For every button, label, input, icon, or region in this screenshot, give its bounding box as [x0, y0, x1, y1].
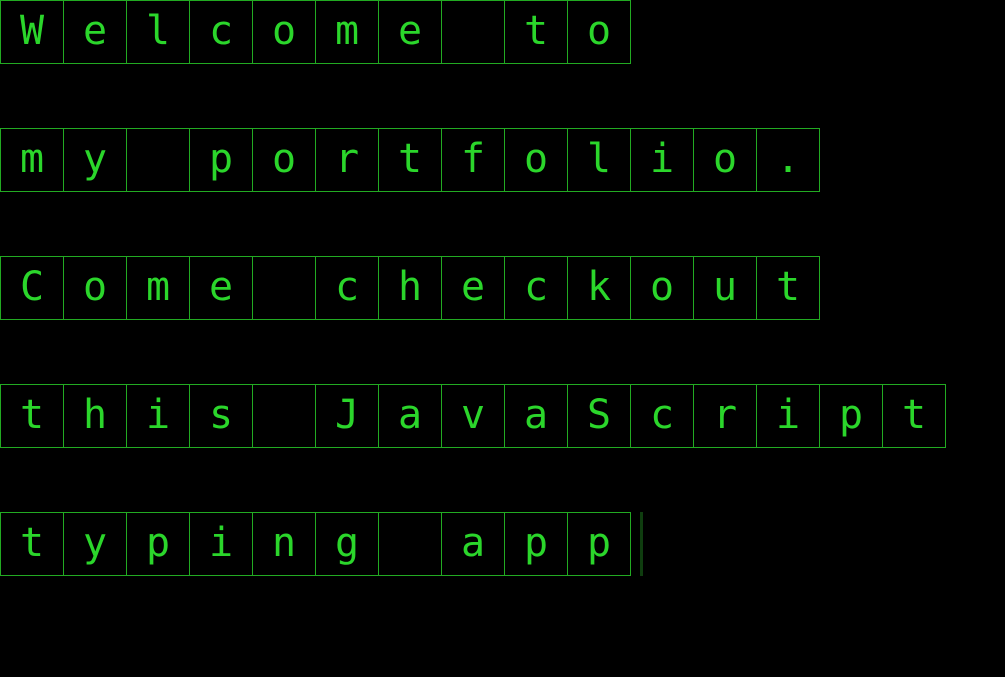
- char-cell: k: [567, 256, 631, 320]
- char-cell: n: [252, 512, 316, 576]
- char-cell: r: [315, 128, 379, 192]
- char-cell: [252, 256, 316, 320]
- char-cell: c: [630, 384, 694, 448]
- char-cell: t: [756, 256, 820, 320]
- char-cell: c: [189, 0, 253, 64]
- typed-line: Welcome to: [0, 0, 631, 64]
- text-cursor: [640, 512, 643, 576]
- char-cell: p: [126, 512, 190, 576]
- char-cell: p: [189, 128, 253, 192]
- char-cell: e: [63, 0, 127, 64]
- char-cell: o: [567, 0, 631, 64]
- char-cell: p: [819, 384, 883, 448]
- char-cell: a: [441, 512, 505, 576]
- char-cell: a: [504, 384, 568, 448]
- typed-line: Come checkout: [0, 256, 820, 320]
- char-cell: l: [567, 128, 631, 192]
- char-cell: S: [567, 384, 631, 448]
- char-cell: o: [63, 256, 127, 320]
- char-cell: m: [315, 0, 379, 64]
- char-cell: p: [504, 512, 568, 576]
- char-cell: o: [252, 0, 316, 64]
- char-cell: i: [189, 512, 253, 576]
- char-cell: J: [315, 384, 379, 448]
- char-cell: o: [504, 128, 568, 192]
- char-cell: l: [126, 0, 190, 64]
- char-cell: t: [0, 384, 64, 448]
- char-cell: a: [378, 384, 442, 448]
- char-cell: t: [504, 0, 568, 64]
- typing-display: Welcome tomy portfolio.Come checkoutthis…: [0, 0, 1005, 677]
- char-cell: .: [756, 128, 820, 192]
- typed-line: typing app: [0, 512, 643, 576]
- char-cell: i: [630, 128, 694, 192]
- char-cell: e: [378, 0, 442, 64]
- char-cell: o: [630, 256, 694, 320]
- char-cell: p: [567, 512, 631, 576]
- char-cell: i: [126, 384, 190, 448]
- char-cell: e: [189, 256, 253, 320]
- char-cell: C: [0, 256, 64, 320]
- char-cell: h: [378, 256, 442, 320]
- char-cell: m: [126, 256, 190, 320]
- char-cell: o: [252, 128, 316, 192]
- char-cell: t: [378, 128, 442, 192]
- char-cell: c: [504, 256, 568, 320]
- char-cell: y: [63, 128, 127, 192]
- char-cell: c: [315, 256, 379, 320]
- char-cell: f: [441, 128, 505, 192]
- char-cell: u: [693, 256, 757, 320]
- char-cell: h: [63, 384, 127, 448]
- char-cell: o: [693, 128, 757, 192]
- char-cell: W: [0, 0, 64, 64]
- char-cell: t: [0, 512, 64, 576]
- char-cell: s: [189, 384, 253, 448]
- char-cell: g: [315, 512, 379, 576]
- char-cell: [126, 128, 190, 192]
- char-cell: [252, 384, 316, 448]
- char-cell: [378, 512, 442, 576]
- char-cell: i: [756, 384, 820, 448]
- typed-line: my portfolio.: [0, 128, 820, 192]
- char-cell: r: [693, 384, 757, 448]
- char-cell: [441, 0, 505, 64]
- typed-line: this JavaScript: [0, 384, 946, 448]
- char-cell: v: [441, 384, 505, 448]
- char-cell: m: [0, 128, 64, 192]
- char-cell: e: [441, 256, 505, 320]
- char-cell: y: [63, 512, 127, 576]
- char-cell: t: [882, 384, 946, 448]
